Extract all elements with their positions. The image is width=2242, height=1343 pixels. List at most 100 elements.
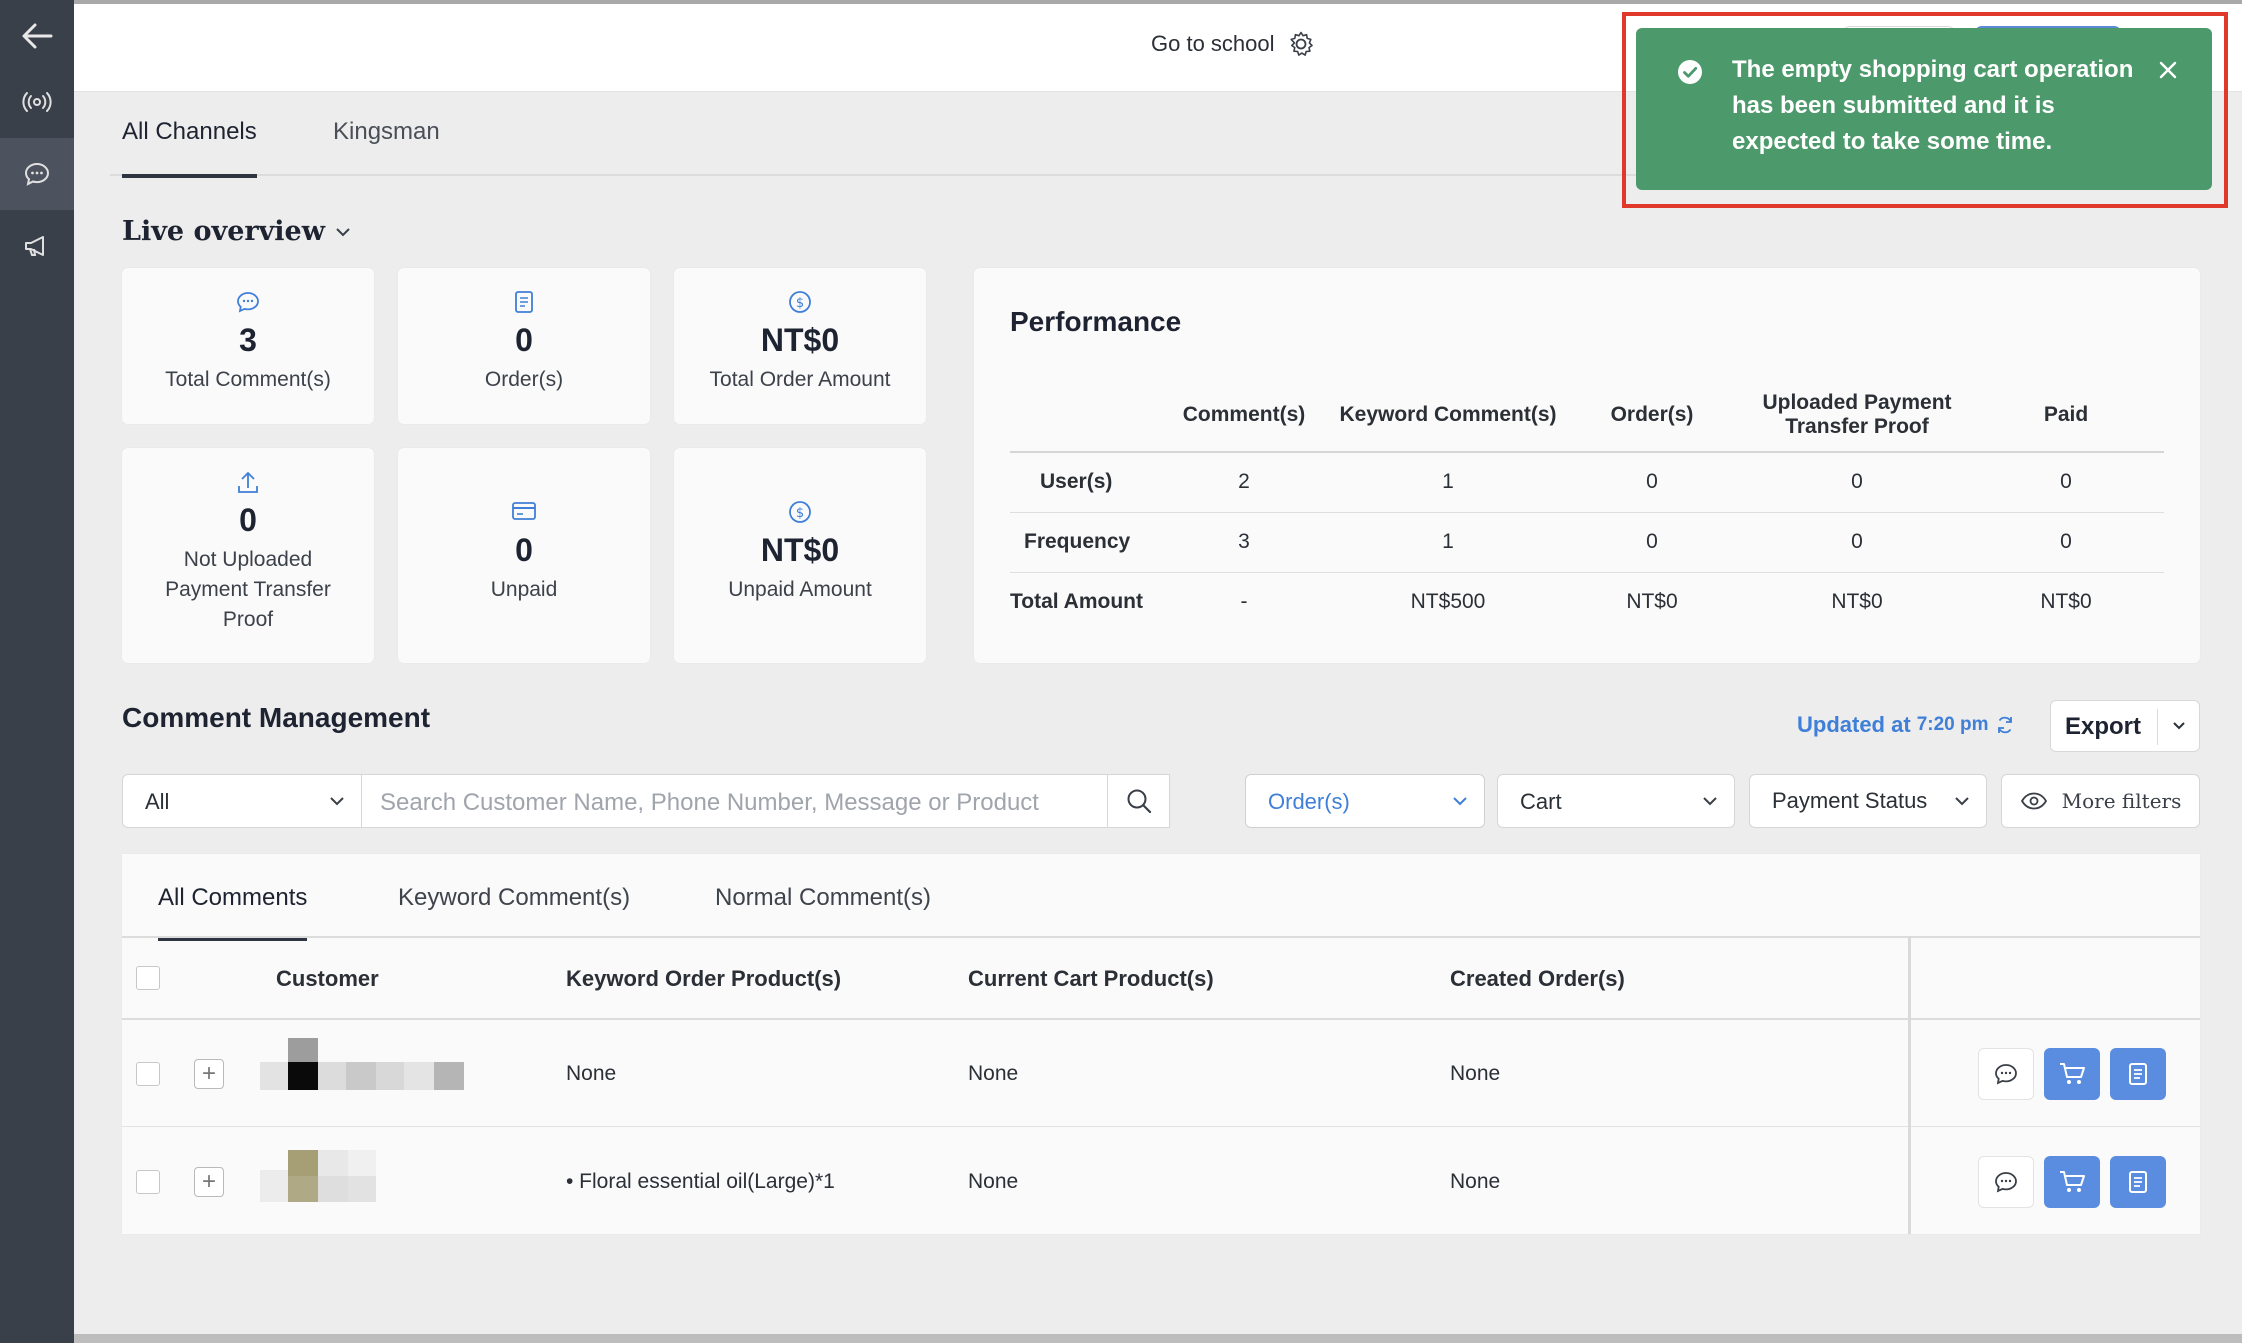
perf-col-paid: Paid [1968, 378, 2164, 453]
search-input[interactable]: Search Customer Name, Phone Number, Mess… [362, 774, 1170, 828]
perf-cell: 0 [1968, 512, 2164, 573]
expand-row-button[interactable]: + [194, 1167, 224, 1197]
unpaid-value: 0 [515, 532, 533, 568]
success-toast: The empty shopping cart operation has be… [1636, 28, 2212, 190]
reply-comment-button[interactable] [1978, 1048, 2034, 1100]
perf-row-label: User(s) [1010, 452, 1150, 513]
orders-filter-select[interactable]: Order(s) [1245, 774, 1485, 828]
stat-card-total-order-amount: $ NT$0 Total Order Amount [674, 268, 926, 424]
eye-icon [2020, 792, 2047, 810]
sidebar-item-marketing[interactable] [0, 210, 74, 282]
keyword-products-cell: • Floral essential oil(Large)*1 [566, 1170, 835, 1193]
col-keyword-order-products: Keyword Order Product(s) [566, 966, 842, 991]
perf-cell: NT$0 [1831, 590, 1883, 614]
export-button[interactable]: Export [2050, 700, 2200, 752]
live-overview-dropdown[interactable]: Live overview [122, 216, 351, 247]
tab-keyword-comments[interactable]: Keyword Comment(s) [398, 884, 630, 938]
chevron-down-icon [330, 797, 344, 806]
sticky-column-divider [1908, 936, 1911, 1234]
select-all-checkbox[interactable] [136, 966, 160, 990]
live-overview-title: Live overview [122, 216, 325, 247]
toast-message: The empty shopping cart operation has be… [1732, 56, 2134, 155]
refresh-icon[interactable] [1995, 715, 2015, 735]
stat-card-unpaid: 0 Unpaid [398, 448, 650, 663]
tab-normal-comments[interactable]: Normal Comment(s) [715, 884, 931, 938]
sidebar [0, 0, 74, 1343]
updated-at-time: 7:20 pm [1916, 714, 1989, 735]
orders-value: 0 [515, 322, 533, 358]
perf-cell: 0 [1746, 452, 1968, 513]
performance-table: Comment(s) Keyword Comment(s) Order(s) U… [1010, 378, 2164, 632]
reply-comment-button[interactable] [1978, 1156, 2034, 1208]
col-customer: Customer [276, 966, 379, 991]
cart-filter-value: Cart [1520, 789, 1562, 814]
chat-icon [1995, 1172, 2017, 1193]
not-uploaded-proof-label: Not Uploaded Payment Transfer Proof [165, 548, 331, 631]
comment-icon [237, 292, 259, 313]
expand-row-button[interactable]: + [194, 1059, 224, 1089]
stat-card-orders: 0 Order(s) [398, 268, 650, 424]
svg-text:$: $ [796, 506, 804, 521]
svg-text:$: $ [796, 296, 804, 311]
perf-row-label: Total Amount [1010, 590, 1143, 614]
chevron-down-icon [336, 227, 350, 236]
perf-cell: 0 [1968, 452, 2164, 513]
perf-cell: 2 [1150, 452, 1338, 513]
card-icon [512, 502, 536, 520]
stat-card-not-uploaded-proof: 0 Not Uploaded Payment Transfer Proof [122, 448, 374, 663]
order-icon [515, 291, 533, 313]
row-checkbox[interactable] [136, 1170, 160, 1194]
more-filters-button[interactable]: More filters [2001, 774, 2200, 828]
chat-icon [1995, 1064, 2017, 1085]
row-checkbox[interactable] [136, 1062, 160, 1086]
payment-status-select[interactable]: Payment Status [1749, 774, 1987, 828]
col-created-orders: Created Order(s) [1450, 966, 1625, 991]
perf-cell: NT$0 [2040, 590, 2092, 614]
chevron-down-icon[interactable] [2169, 715, 2189, 737]
not-uploaded-proof-value: 0 [239, 502, 257, 538]
add-to-cart-button[interactable] [2044, 1156, 2100, 1208]
tab-all-comments[interactable]: All Comments [158, 884, 308, 941]
stat-card-unpaid-amount: $ NT$0 Unpaid Amount [674, 448, 926, 663]
comment-management-title: Comment Management [122, 702, 431, 733]
perf-col-orders: Order(s) [1558, 378, 1746, 453]
page-title: Go to school [1151, 31, 1275, 56]
perf-cell: 0 [1558, 452, 1746, 513]
sidebar-item-comments[interactable] [0, 138, 74, 210]
perf-cell: 1 [1338, 512, 1558, 573]
orders-label: Order(s) [484, 368, 564, 391]
performance-title: Performance [1010, 306, 1182, 337]
add-to-cart-button[interactable] [2044, 1048, 2100, 1100]
create-order-button[interactable] [2110, 1156, 2166, 1208]
created-orders-cell: None [1450, 1170, 1501, 1193]
dollar-icon: $ [789, 501, 811, 523]
order-icon [2129, 1063, 2147, 1085]
avatar [260, 1150, 376, 1202]
tab-kingsman[interactable]: Kingsman [333, 118, 440, 174]
chevron-down-icon [1453, 797, 1467, 806]
tab-all-channels[interactable]: All Channels [122, 118, 257, 178]
search-icon [1127, 789, 1151, 814]
perf-cell: NT$500 [1410, 590, 1486, 614]
sidebar-item-live[interactable] [0, 66, 74, 138]
cart-filter-select[interactable]: Cart [1497, 774, 1735, 828]
keyword-products-cell: None [566, 1062, 617, 1085]
col-current-cart-products: Current Cart Product(s) [968, 966, 1214, 991]
chevron-down-icon [1703, 797, 1717, 806]
perf-cell: 1 [1338, 452, 1558, 513]
search-button[interactable] [1107, 775, 1169, 827]
perf-cell: NT$0 [1626, 590, 1678, 614]
table-divider [122, 936, 2200, 938]
export-label: Export [2065, 713, 2142, 740]
avatar [260, 1038, 464, 1090]
updated-at-prefix: Updated at [1797, 712, 1911, 737]
gear-icon[interactable] [1287, 30, 1315, 58]
close-icon[interactable] [2156, 58, 2180, 82]
plus-icon: + [201, 1060, 216, 1087]
perf-row-users: User(s) 2 1 0 0 0 [1010, 452, 2164, 513]
updated-at: Updated at 7:20 pm [1797, 712, 2015, 738]
table-divider [122, 1018, 2200, 1020]
back-button[interactable] [0, 0, 74, 72]
scope-select[interactable]: All [122, 774, 362, 828]
create-order-button[interactable] [2110, 1048, 2166, 1100]
